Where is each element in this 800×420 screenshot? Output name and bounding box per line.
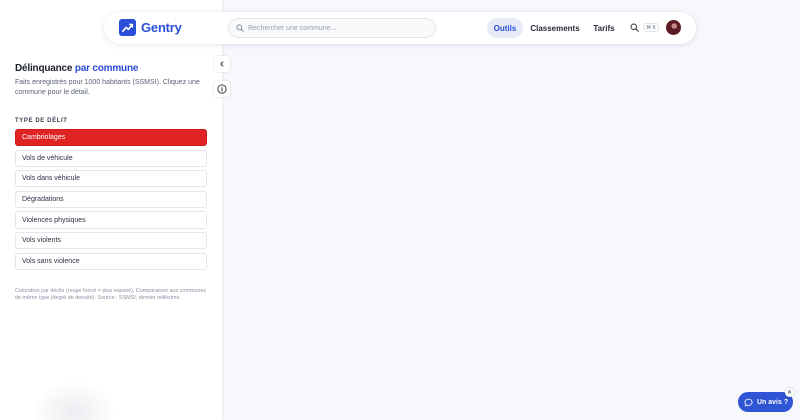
panel-subtitle: Faits enregistrés pour 1000 habitants (S… [15,79,200,96]
option-degradations[interactable]: Dégradations [15,190,207,209]
option-vols-de-vehicule[interactable]: Vols de véhicule [15,149,207,167]
panel-title: Délinquance par commune [15,63,207,74]
option-violences-physiques[interactable]: Violences physiques [15,211,207,229]
search-bar[interactable]: Rechercher une commune... [228,18,436,38]
search-icon[interactable] [630,23,639,32]
brand-logo[interactable]: Gentry [119,19,182,36]
legend-note: Coloration par décile (rouge foncé = plu… [15,287,207,302]
chat-bubble-icon [744,398,753,406]
search-input[interactable]: Rechercher une commune... [248,25,336,32]
title-main: Délinquance [15,63,73,74]
feedback-button[interactable]: Un avis ? [738,392,793,412]
section-label: Type de délit [15,118,68,124]
collapse-panel-button[interactable] [214,56,230,72]
logo-chart-icon [119,19,136,36]
title-accent: par commune [74,63,139,74]
nav-classements[interactable]: Classements [528,18,582,38]
decorative-blur [32,380,116,420]
map-area[interactable] [222,0,800,420]
option-vols-violents[interactable]: Vols violents [15,231,207,250]
nav-outils[interactable]: Outils [487,18,523,38]
top-navbar: Gentry Rechercher une commune... Outils … [104,12,696,44]
option-vols-dans-vehicule[interactable]: Vols dans véhicule [15,170,207,188]
option-cambriolages[interactable]: Cambriolages [15,129,207,147]
keyboard-shortcut: ⌘ K [643,23,659,32]
panel-content: Délinquance par commune Faits enregistré… [15,63,207,303]
search-icon [236,24,244,32]
offense-type-list: Cambriolages Vols de véhicule Vols dans … [15,129,207,270]
feedback-label: Un avis ? [757,398,789,406]
info-icon [217,84,227,94]
brand-name: Gentry [141,20,182,35]
option-vols-sans-violence[interactable]: Vols sans violence [15,252,207,270]
close-icon[interactable]: ✕ [785,388,794,397]
avatar[interactable] [666,20,681,35]
left-panel: Délinquance par commune Faits enregistré… [0,0,222,420]
chevron-left-icon [220,61,224,67]
info-button[interactable] [214,81,230,97]
nav-tarifs[interactable]: Tarifs [588,18,620,38]
